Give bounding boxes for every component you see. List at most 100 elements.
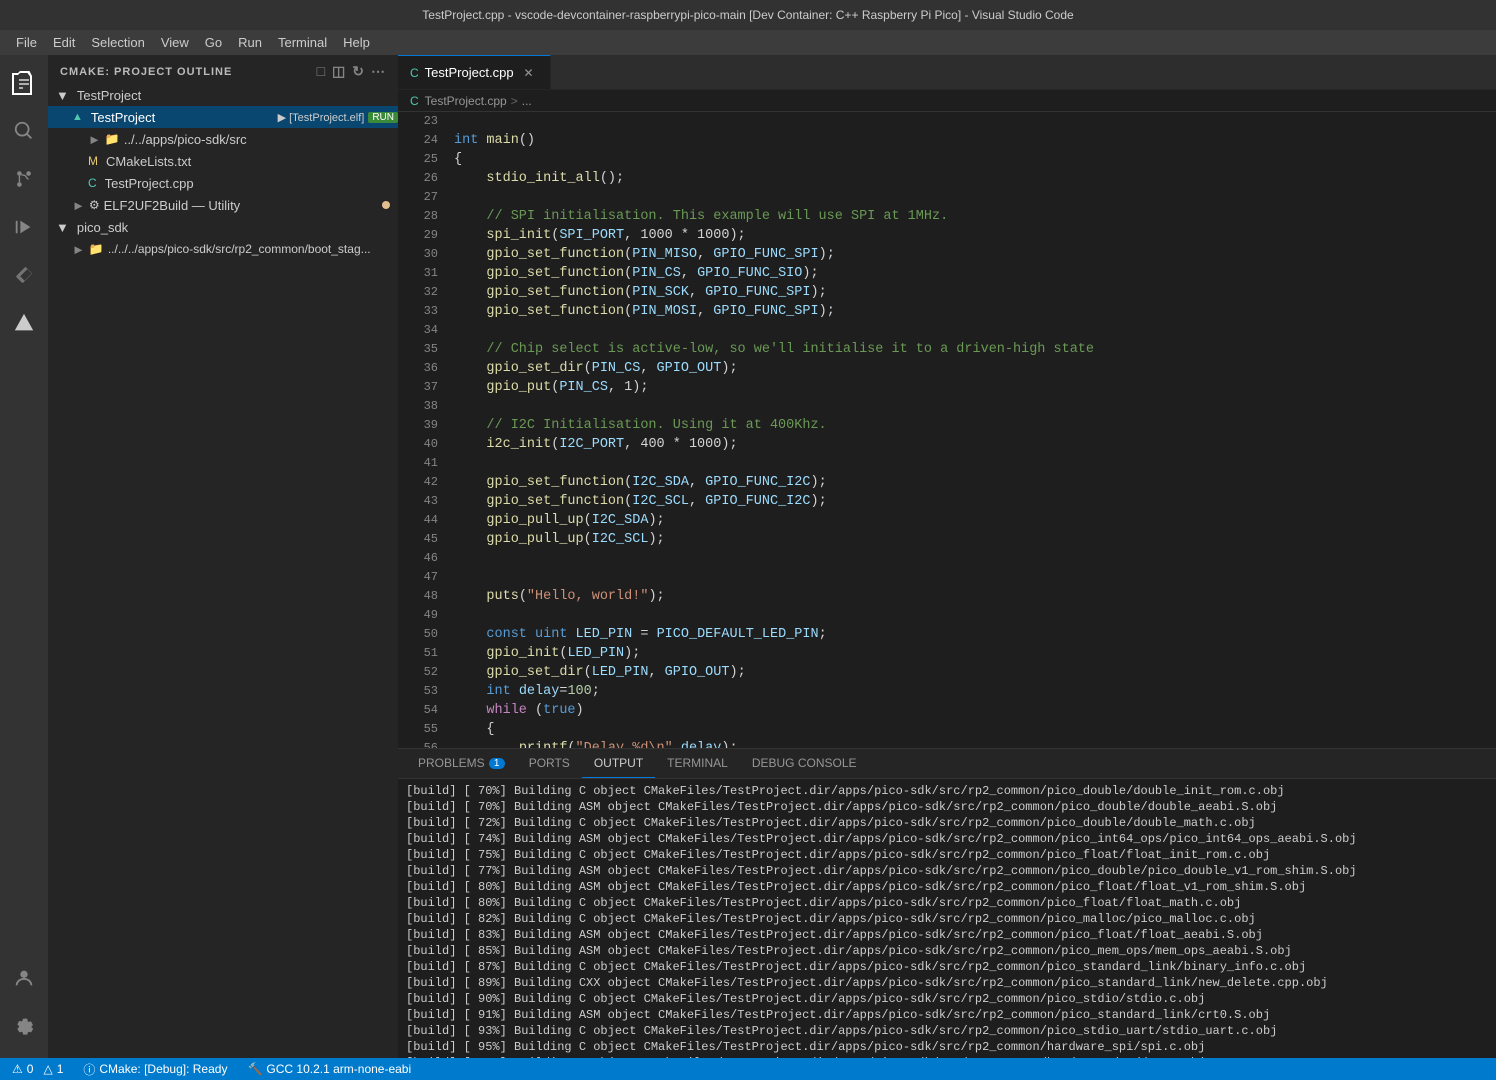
chevron-down-icon: ▼ (56, 88, 69, 103)
panel-tab-terminal[interactable]: TERMINAL (655, 749, 740, 778)
panel-tab-debug-console[interactable]: DEBUG CONSOLE (740, 749, 869, 778)
warning-count: 1 (57, 1062, 64, 1076)
code-line: gpio_set_dir(PIN_CS, GPIO_OUT); (454, 359, 1496, 378)
cpp-icon: C (88, 176, 97, 190)
tree-item-pico-sdk[interactable]: ▼ pico_sdk (48, 216, 398, 238)
activity-icon-extensions[interactable] (0, 251, 48, 299)
line-number: 40 (406, 435, 438, 454)
build-line: [build] [ 90%] Building C object CMakeFi… (406, 991, 1488, 1007)
line-number: 30 (406, 245, 438, 264)
cmake-icon: ⓘ (83, 1061, 95, 1078)
activity-bar (0, 55, 48, 1058)
breadcrumb: C TestProject.cpp > ... (398, 90, 1496, 112)
line-number: 23 (406, 112, 438, 131)
activity-icon-run[interactable] (0, 203, 48, 251)
title-bar: TestProject.cpp - vscode-devcontainer-ra… (0, 0, 1496, 30)
code-line (454, 454, 1496, 473)
refresh-icon[interactable]: ↻ (352, 63, 365, 80)
menu-item-view[interactable]: View (153, 33, 197, 52)
run-badge: RUN (368, 112, 398, 123)
build-line: [build] [ 70%] Building ASM object CMake… (406, 799, 1488, 815)
title-text: TestProject.cpp - vscode-devcontainer-ra… (422, 8, 1073, 22)
code-line: // Chip select is active-low, so we'll i… (454, 340, 1496, 359)
code-line: // SPI initialisation. This example will… (454, 207, 1496, 226)
menu-item-terminal[interactable]: Terminal (270, 33, 335, 52)
menu-item-edit[interactable]: Edit (45, 33, 83, 52)
build-line: [build] [ 91%] Building ASM object CMake… (406, 1007, 1488, 1023)
activity-icon-source-control[interactable] (0, 155, 48, 203)
status-gcc[interactable]: 🔨 GCC 10.2.1 arm-none-eabi (243, 1062, 415, 1076)
line-number: 28 (406, 207, 438, 226)
gcc-label: GCC 10.2.1 arm-none-eabi (266, 1062, 411, 1076)
build-line: [build] [ 70%] Building C object CMakeFi… (406, 783, 1488, 799)
elf-label: ▶ [TestProject.elf] (278, 111, 365, 124)
more-actions-icon[interactable]: ⋯ (371, 63, 386, 80)
menu-bar: FileEditSelectionViewGoRunTerminalHelp (0, 30, 1496, 55)
gcc-icon: 🔨 (247, 1062, 262, 1076)
tree-item-testprojectcpp[interactable]: C TestProject.cpp (48, 172, 398, 194)
code-content[interactable]: int main(){ stdio_init_all(); // SPI ini… (446, 112, 1496, 748)
activity-icon-accounts[interactable] (0, 954, 48, 1002)
line-number: 44 (406, 511, 438, 530)
code-line: gpio_set_function(I2C_SDA, GPIO_FUNC_I2C… (454, 473, 1496, 492)
build-line: [build] [ 85%] Building ASM object CMake… (406, 943, 1488, 959)
build-line: [build] [ 95%] Building C object CMakeFi… (406, 1039, 1488, 1055)
sidebar-header: CMAKE: PROJECT OUTLINE □ ◫ ↻ ⋯ (48, 55, 398, 84)
status-errors[interactable]: ⚠ 0 △ 1 (8, 1062, 67, 1076)
tree-item-boot-stag[interactable]: ► 📁 ../../../apps/pico-sdk/src/rp2_commo… (48, 238, 398, 260)
cmake-target-icon: ▲ (72, 111, 83, 123)
activity-icon-settings[interactable] (0, 1002, 48, 1050)
code-line: gpio_set_function(PIN_MISO, GPIO_FUNC_SP… (454, 245, 1496, 264)
panel-tab-problems[interactable]: PROBLEMS 1 (406, 749, 517, 778)
line-number: 54 (406, 701, 438, 720)
menu-item-selection[interactable]: Selection (83, 33, 152, 52)
line-number: 29 (406, 226, 438, 245)
build-line: [build] [ 93%] Building C object CMakeFi… (406, 1023, 1488, 1039)
code-line: const uint LED_PIN = PICO_DEFAULT_LED_PI… (454, 625, 1496, 644)
tree-label: ELF2UF2Build — Utility (104, 198, 382, 213)
line-number: 38 (406, 397, 438, 416)
line-number: 36 (406, 359, 438, 378)
new-folder-icon[interactable]: ◫ (332, 63, 346, 80)
panel-tab-output[interactable]: OUTPUT (582, 749, 655, 778)
code-line: i2c_init(I2C_PORT, 400 * 1000); (454, 435, 1496, 454)
code-editor[interactable]: 2324252627282930313233343536373839404142… (398, 112, 1496, 748)
panel-content: [build] [ 70%] Building C object CMakeFi… (398, 779, 1496, 1058)
error-icon: ⚠ (12, 1062, 23, 1076)
build-line: [build] [ 74%] Building ASM object CMake… (406, 831, 1488, 847)
panel-tab-ports[interactable]: PORTS (517, 749, 582, 778)
menu-item-run[interactable]: Run (230, 33, 270, 52)
code-line: puts("Hello, world!"); (454, 587, 1496, 606)
code-line: { (454, 150, 1496, 169)
build-line: [build] [ 80%] Building ASM object CMake… (406, 879, 1488, 895)
problems-badge: 1 (489, 758, 505, 769)
sidebar-header-icons: □ ◫ ↻ ⋯ (317, 63, 386, 80)
activity-icon-cmake[interactable] (0, 299, 48, 347)
file-icon: M (88, 154, 98, 168)
activity-icon-search[interactable] (0, 107, 48, 155)
menu-item-file[interactable]: File (8, 33, 45, 52)
main-container: CMAKE: PROJECT OUTLINE □ ◫ ↻ ⋯ ▼ TestPro… (0, 55, 1496, 1058)
build-line: [build] [ 82%] Building C object CMakeFi… (406, 911, 1488, 927)
new-file-icon[interactable]: □ (317, 63, 326, 80)
tab-testproject-cpp[interactable]: C TestProject.cpp ✕ (398, 55, 551, 89)
tools-icon: ⚙ (89, 198, 100, 212)
warning-icon: △ (43, 1062, 52, 1076)
tree-item-cmakelists[interactable]: M CMakeLists.txt (48, 150, 398, 172)
code-line: printf("Delay %d\n",delay); (454, 739, 1496, 748)
tree-item-elf2uf2[interactable]: ► ⚙ ELF2UF2Build — Utility (48, 194, 398, 216)
tree-item-pico-sdk-src[interactable]: ► 📁 ../../apps/pico-sdk/src (48, 128, 398, 150)
tree-item-testproject-elf[interactable]: ▲ TestProject ▶ [TestProject.elf] RUN (48, 106, 398, 128)
breadcrumb-filename: TestProject.cpp (425, 94, 507, 108)
code-panel-container: 2324252627282930313233343536373839404142… (398, 112, 1496, 1058)
tab-close-button[interactable]: ✕ (520, 64, 538, 82)
code-line: gpio_pull_up(I2C_SCL); (454, 530, 1496, 549)
cpp-tab-icon: C (410, 66, 419, 80)
tree-item-testproject-root[interactable]: ▼ TestProject (48, 84, 398, 106)
menu-item-go[interactable]: Go (197, 33, 230, 52)
activity-icon-explorer[interactable] (0, 59, 48, 107)
status-cmake[interactable]: ⓘ CMake: [Debug]: Ready (79, 1061, 231, 1078)
editor-area: C TestProject.cpp ✕ C TestProject.cpp > … (398, 55, 1496, 1058)
menu-item-help[interactable]: Help (335, 33, 378, 52)
code-line: stdio_init_all(); (454, 169, 1496, 188)
